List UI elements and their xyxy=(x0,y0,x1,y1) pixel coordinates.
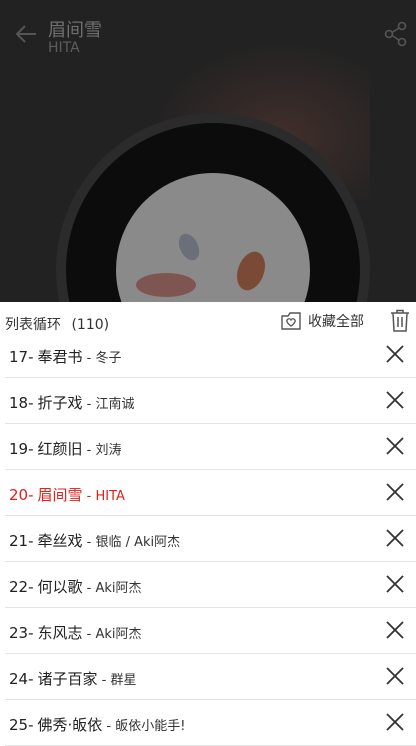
track-number: 20- xyxy=(9,486,34,504)
playlist-panel: 列表循环 (110) 收藏全部 17- 奉君书 - 冬子 18- 折子戏 - 江南诚 1… xyxy=(0,302,416,746)
track-text: 21- 牵丝戏 - 银临 / Aki阿杰 xyxy=(9,530,180,551)
cover-ink-decoration xyxy=(136,273,196,297)
track-row[interactable]: 22- 何以歌 - Aki阿杰 xyxy=(5,562,416,608)
cover-fish-decoration xyxy=(174,230,204,264)
track-list: 17- 奉君书 - 冬子 18- 折子戏 - 江南诚 19- 红颜旧 - 刘涛 20- 眉间雪… xyxy=(0,332,416,746)
track-number: 19- xyxy=(9,440,34,458)
track-number: 25- xyxy=(9,716,34,734)
track-text: 24- 诸子百家 - 群星 xyxy=(9,668,137,689)
arrow-left-icon xyxy=(15,25,36,43)
track-text: 17- 奉君书 - 冬子 xyxy=(9,346,122,367)
remove-track-button[interactable] xyxy=(385,344,405,364)
track-title: 佛秀·皈依 xyxy=(37,716,103,734)
remove-track-button[interactable] xyxy=(385,620,405,640)
track-number: 23- xyxy=(9,624,34,642)
track-title: 牵丝戏 xyxy=(37,532,83,550)
track-text: 20- 眉间雪 - HITA xyxy=(9,484,125,505)
track-row[interactable]: 21- 牵丝戏 - 银临 / Aki阿杰 xyxy=(5,516,416,562)
track-text: 25- 佛秀·皈依 - 皈依小能手! xyxy=(9,714,185,735)
track-artist: 群星 xyxy=(110,673,137,688)
track-artist: HITA xyxy=(95,489,125,504)
track-row[interactable]: 25- 佛秀·皈依 - 皈依小能手! xyxy=(5,700,416,746)
track-artist: 银临 / Aki阿杰 xyxy=(95,535,181,550)
track-title: 红颜旧 xyxy=(37,440,83,458)
track-title: 何以歌 xyxy=(37,578,83,596)
remove-track-button[interactable] xyxy=(385,574,405,594)
separator: - xyxy=(82,581,96,596)
track-row[interactable]: 17- 奉君书 - 冬子 xyxy=(5,332,416,378)
now-playing-background: 眉间雪 HITA xyxy=(0,0,416,302)
separator: - xyxy=(102,719,116,734)
track-title: 东风志 xyxy=(37,624,83,642)
track-artist: Aki阿杰 xyxy=(95,581,142,596)
separator: - xyxy=(82,351,96,366)
back-button[interactable] xyxy=(12,20,40,48)
cover-fish-decoration xyxy=(231,247,271,295)
track-text: 19- 红颜旧 - 刘涛 xyxy=(9,438,122,459)
remove-track-button[interactable] xyxy=(385,390,405,410)
favorite-all-button[interactable]: 收藏全部 xyxy=(280,308,364,334)
track-artist: 刘涛 xyxy=(95,443,122,458)
remove-track-button[interactable] xyxy=(385,712,405,732)
track-row[interactable]: 24- 诸子百家 - 群星 xyxy=(5,654,416,700)
play-mode-button[interactable]: 列表循环 (110) xyxy=(5,314,109,334)
trash-icon xyxy=(391,309,409,332)
close-icon xyxy=(386,667,404,685)
close-icon xyxy=(386,529,404,547)
track-title: 诸子百家 xyxy=(37,670,98,688)
track-row[interactable]: 23- 东风志 - Aki阿杰 xyxy=(5,608,416,654)
track-title: 折子戏 xyxy=(37,394,83,412)
favorite-all-label: 收藏全部 xyxy=(308,314,364,330)
remove-track-button[interactable] xyxy=(385,666,405,686)
track-text: 23- 东风志 - Aki阿杰 xyxy=(9,622,142,643)
song-title: 眉间雪 xyxy=(48,20,102,41)
track-count: (110) xyxy=(71,317,110,333)
share-button[interactable] xyxy=(382,20,410,48)
folder-heart-icon xyxy=(281,312,301,330)
track-artist: 冬子 xyxy=(95,351,122,366)
track-artist: 江南诚 xyxy=(95,397,135,412)
track-text: 22- 何以歌 - Aki阿杰 xyxy=(9,576,142,597)
track-row[interactable]: 20- 眉间雪 - HITA xyxy=(5,470,416,516)
track-title: 眉间雪 xyxy=(37,486,83,504)
remove-track-button[interactable] xyxy=(385,482,405,502)
close-icon xyxy=(386,575,404,593)
close-icon xyxy=(386,345,404,363)
share-icon xyxy=(384,21,407,47)
track-title: 奉君书 xyxy=(37,348,83,366)
track-artist: 皈依小能手! xyxy=(115,719,186,734)
separator: - xyxy=(97,673,111,688)
track-artist: Aki阿杰 xyxy=(95,627,142,642)
track-row[interactable]: 18- 折子戏 - 江南诚 xyxy=(5,378,416,424)
separator: - xyxy=(82,535,96,550)
separator: - xyxy=(82,443,96,458)
separator: - xyxy=(82,627,96,642)
close-icon xyxy=(386,437,404,455)
remove-track-button[interactable] xyxy=(385,436,405,456)
track-text: 18- 折子戏 - 江南诚 xyxy=(9,392,135,413)
track-number: 22- xyxy=(9,578,34,596)
close-icon xyxy=(386,713,404,731)
song-artist: HITA xyxy=(48,40,80,56)
track-row[interactable]: 19- 红颜旧 - 刘涛 xyxy=(5,424,416,470)
close-icon xyxy=(386,483,404,501)
track-number: 18- xyxy=(9,394,34,412)
album-cover xyxy=(116,173,310,302)
track-number: 24- xyxy=(9,670,34,688)
clear-playlist-button[interactable] xyxy=(388,308,412,334)
track-number: 21- xyxy=(9,532,34,550)
close-icon xyxy=(386,621,404,639)
play-mode-label: 列表循环 xyxy=(5,317,61,333)
track-number: 17- xyxy=(9,348,34,366)
separator: - xyxy=(82,489,96,504)
close-icon xyxy=(386,391,404,409)
separator: - xyxy=(82,397,96,412)
remove-track-button[interactable] xyxy=(385,528,405,548)
